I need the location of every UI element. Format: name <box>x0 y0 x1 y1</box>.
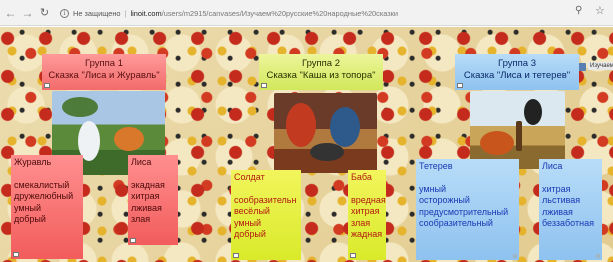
trait: добрый <box>14 214 46 224</box>
hero-name: Тетерев <box>419 161 453 171</box>
trait: хитрая <box>351 206 380 216</box>
reload-icon[interactable]: ↻ <box>38 4 51 22</box>
trait: умный <box>234 217 262 228</box>
group3-hero2-note[interactable]: Лиса хитрая льстивая лживая беззаботная <box>539 159 602 260</box>
trait: умный <box>14 202 42 213</box>
trait: льстивая <box>542 195 581 205</box>
info-icon[interactable]: i <box>60 8 69 18</box>
group2-title-note[interactable]: Группа 2 Сказка "Каша из топора" <box>259 54 383 90</box>
group1-hero1-note[interactable]: Журавль смекалистый дружелюбный умный до… <box>11 155 83 259</box>
trait: жадная <box>351 229 383 239</box>
trait: злая <box>351 217 371 228</box>
hero-name: Солдат <box>234 172 265 182</box>
hero-name: Баба <box>351 172 372 182</box>
group1-tale: Сказка "Лиса и Журавль" <box>48 70 160 81</box>
group2-illustration <box>274 93 377 173</box>
trait: добрый <box>234 229 266 239</box>
address-host: linoit.com <box>130 8 162 18</box>
note-pin-icon[interactable] <box>513 254 517 258</box>
trait: лживая <box>542 206 573 217</box>
trait: умный <box>419 183 447 194</box>
address-path: /users/m2915/canvases/Изучаем%20русские%… <box>161 8 399 18</box>
note-corner-icon[interactable] <box>13 252 19 257</box>
bookmark-star-icon[interactable]: ☆ <box>595 4 605 17</box>
trait: беззаботная <box>542 218 594 228</box>
zoom-icon[interactable]: ⚲ <box>575 5 582 16</box>
group2-tale: Сказка "Каша из топора" <box>266 70 376 81</box>
trait: дружелюбный <box>14 191 74 201</box>
trait: осторожный <box>419 195 470 205</box>
browser-toolbar: ← → ↻ i Не защищено | linoit.com /users/… <box>0 0 613 26</box>
note-corner-icon[interactable] <box>130 238 136 243</box>
hero-name: Лиса <box>131 157 152 167</box>
group3-title-note[interactable]: Группа 3 Сказка "Лиса и тетерев" <box>455 54 579 90</box>
group3-hero1-note[interactable]: Тетерев умный осторожный предусмотритель… <box>416 159 519 260</box>
trait: сообразительн <box>234 194 297 205</box>
sticky-canvas: Изучаем Группа 1 Сказка "Лиса и Журавль"… <box>0 27 613 262</box>
trait: предусмотрительный <box>419 206 509 217</box>
trait: экадная <box>131 179 165 190</box>
canvas-mini-label: Изучаем <box>588 62 613 70</box>
address-bar[interactable]: i Не защищено | linoit.com /users/m2915/… <box>60 5 565 21</box>
trait: злая <box>131 214 151 224</box>
trait: смекалистый <box>14 179 70 190</box>
note-corner-icon[interactable] <box>457 83 463 88</box>
note-corner-icon[interactable] <box>44 83 50 88</box>
trait: хитрая <box>542 183 571 194</box>
note-corner-icon[interactable] <box>233 253 239 258</box>
security-label: Не защищено <box>73 8 121 18</box>
trait: лживая <box>131 202 162 213</box>
group1-hero2-note[interactable]: Лиса экадная хитрая лживая злая <box>128 155 178 245</box>
canvas-menu-icon[interactable] <box>578 63 586 71</box>
note-pin-icon[interactable] <box>596 254 600 258</box>
trait: сообразительный <box>419 218 493 228</box>
trait: хитрая <box>131 191 160 201</box>
note-corner-icon[interactable] <box>261 83 267 88</box>
group3-illustration <box>470 91 565 169</box>
trait: весёлый <box>234 206 270 216</box>
address-separator: | <box>124 8 127 18</box>
note-corner-icon[interactable] <box>350 253 356 258</box>
back-arrow-icon[interactable]: ← <box>4 4 17 22</box>
group2-hero2-note[interactable]: Баба вредная хитрая злая жадная <box>348 170 386 260</box>
group1-title: Группа 1 <box>84 58 124 69</box>
group1-title-note[interactable]: Группа 1 Сказка "Лиса и Журавль" <box>42 54 166 90</box>
trait: вредная <box>351 194 386 205</box>
group2-title: Группа 2 <box>301 58 341 69</box>
group3-title: Группа 3 <box>497 58 537 69</box>
forward-arrow-icon[interactable]: → <box>21 4 34 22</box>
hero-name: Лиса <box>542 161 563 171</box>
group3-tale: Сказка "Лиса и тетерев" <box>463 70 571 81</box>
group2-hero1-note[interactable]: Солдат сообразительн весёлый умный добры… <box>231 170 301 260</box>
hero-name: Журавль <box>14 157 52 167</box>
